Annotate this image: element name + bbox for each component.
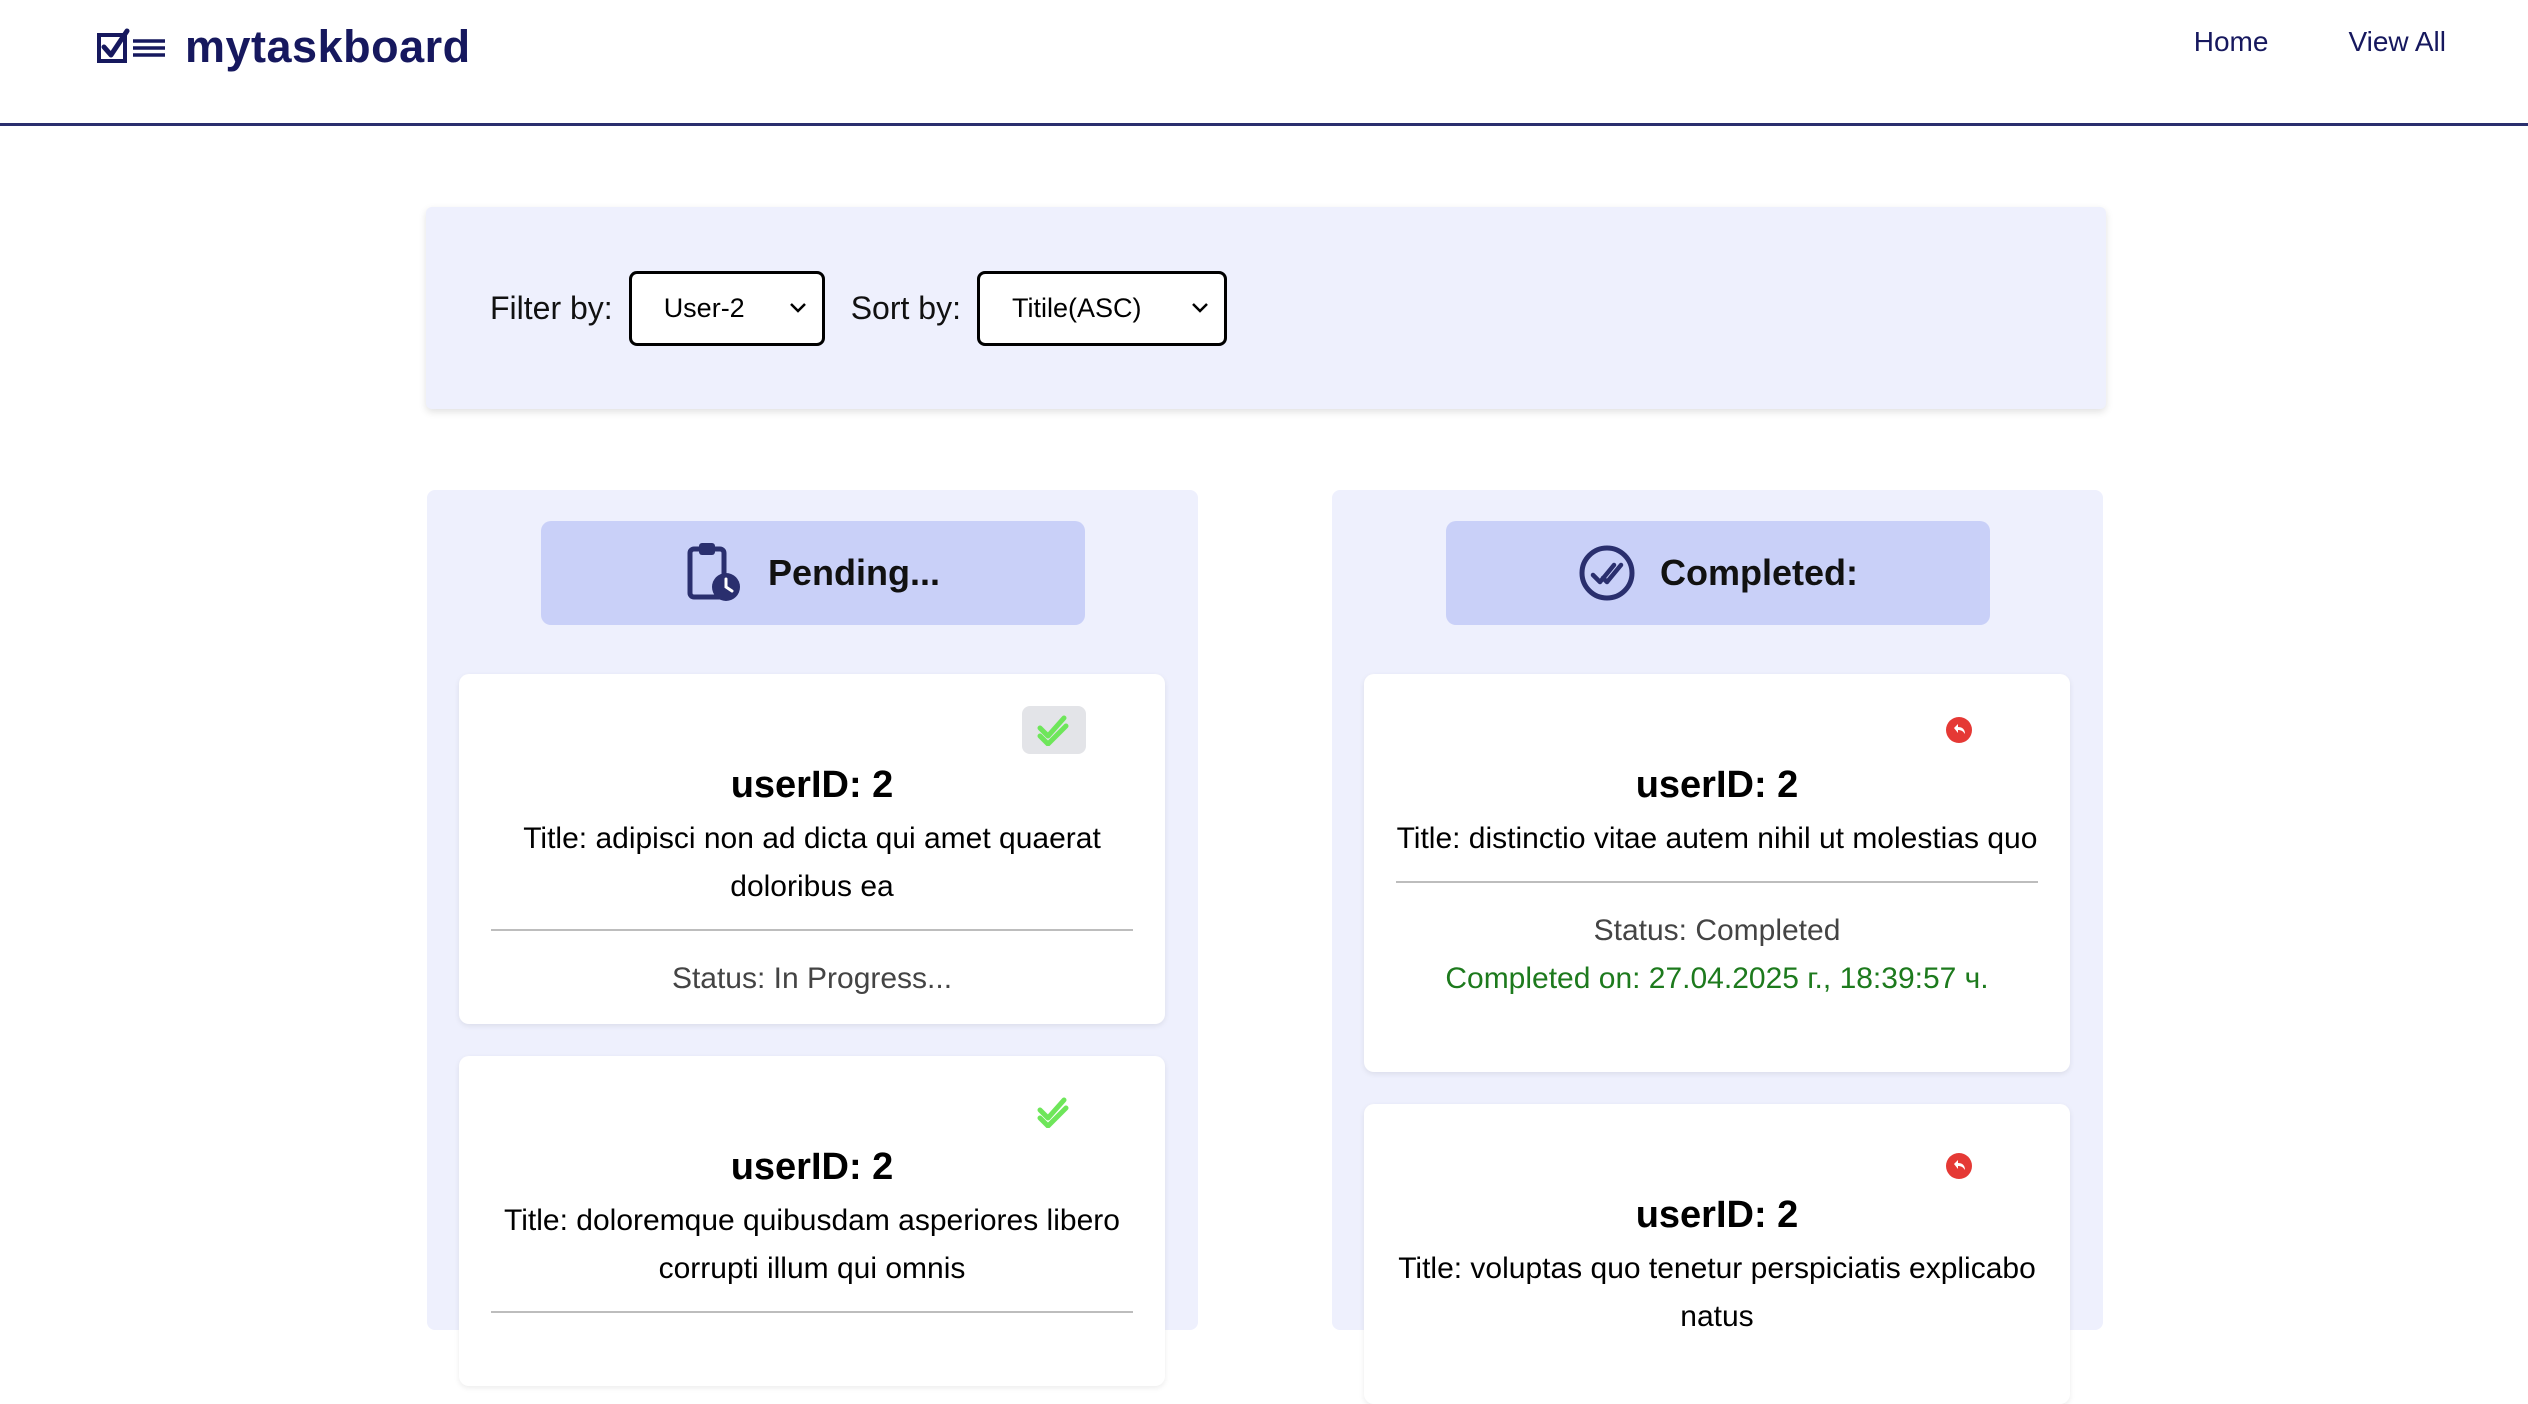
completed-column: Completed: userID: 2 Title: distinctio v… xyxy=(1332,490,2103,1404)
pending-column: Pending... userID: 2 Title: adipisci non… xyxy=(427,490,1198,1386)
top-header: mytaskboard Home View All xyxy=(0,0,2528,126)
undo-button[interactable] xyxy=(1927,706,1991,754)
task-user-id: userID: 2 xyxy=(1635,1194,1799,1236)
chevron-down-icon xyxy=(1192,303,1208,313)
completed-column-title: Completed: xyxy=(1660,552,1858,593)
task-card: userID: 2 Title: distinctio vitae autem … xyxy=(1364,674,2070,1072)
task-user-id: userID: 2 xyxy=(1635,764,1799,806)
double-check-circle-icon xyxy=(1579,545,1635,601)
nav-home-link[interactable]: Home xyxy=(2194,26,2269,58)
task-card: userID: 2 Title: doloremque quibusdam as… xyxy=(459,1056,1165,1386)
task-status: Status: In Progress... xyxy=(671,962,953,995)
task-title: Title: adipisci non ad dicta qui amet qu… xyxy=(523,822,1101,903)
filter-panel: Filter by: User-2 Sort by: Titile(ASC) xyxy=(426,207,2106,409)
filter-select[interactable]: User-2 xyxy=(628,270,825,346)
checklist-icon xyxy=(97,28,165,63)
pending-column-header: Pending... xyxy=(541,521,1085,625)
task-title: Title: voluptas quo tenetur perspiciatis… xyxy=(1398,1252,2036,1333)
double-check-icon xyxy=(1037,715,1069,746)
mark-complete-button[interactable] xyxy=(1022,706,1086,754)
sort-label: Sort by: xyxy=(850,289,961,326)
card-divider xyxy=(491,929,1133,931)
clipboard-clock-icon xyxy=(687,543,740,601)
task-title: Title: distinctio vitae autem nihil ut m… xyxy=(1396,822,2038,855)
completed-column-header: Completed: xyxy=(1446,521,1990,625)
pending-column-title: Pending... xyxy=(767,552,940,593)
chevron-down-icon xyxy=(789,303,806,313)
task-card: userID: 2 Title: adipisci non ad dicta q… xyxy=(459,674,1165,1024)
task-status: Status: Completed xyxy=(1593,914,1841,947)
mark-complete-button[interactable] xyxy=(1022,1088,1086,1136)
undo-arrow-icon xyxy=(1946,717,1972,743)
task-card: userID: 2 Title: voluptas quo tenetur pe… xyxy=(1364,1104,2070,1404)
task-user-id: userID: 2 xyxy=(730,1146,894,1188)
task-user-id: userID: 2 xyxy=(730,764,894,806)
card-divider xyxy=(491,1311,1133,1313)
undo-arrow-icon xyxy=(1946,1153,1972,1179)
main-nav: Home View All xyxy=(2194,26,2446,58)
nav-view-all-link[interactable]: View All xyxy=(2348,26,2446,58)
brand-logo[interactable]: mytaskboard xyxy=(97,21,471,72)
task-completed-on: Completed on: 27.04.2025 г., 18:39:57 ч. xyxy=(1445,962,1989,995)
double-check-icon xyxy=(1037,1097,1069,1128)
task-title: Title: doloremque quibusdam asperiores l… xyxy=(504,1204,1120,1285)
undo-button[interactable] xyxy=(1927,1142,1991,1190)
filter-select-value: User-2 xyxy=(663,292,745,323)
card-divider xyxy=(1396,881,2038,883)
sort-select-value: Titile(ASC) xyxy=(1011,292,1142,323)
brand-name: mytaskboard xyxy=(185,21,471,72)
sort-select[interactable]: Titile(ASC) xyxy=(976,270,1227,346)
filter-label: Filter by: xyxy=(490,289,613,326)
